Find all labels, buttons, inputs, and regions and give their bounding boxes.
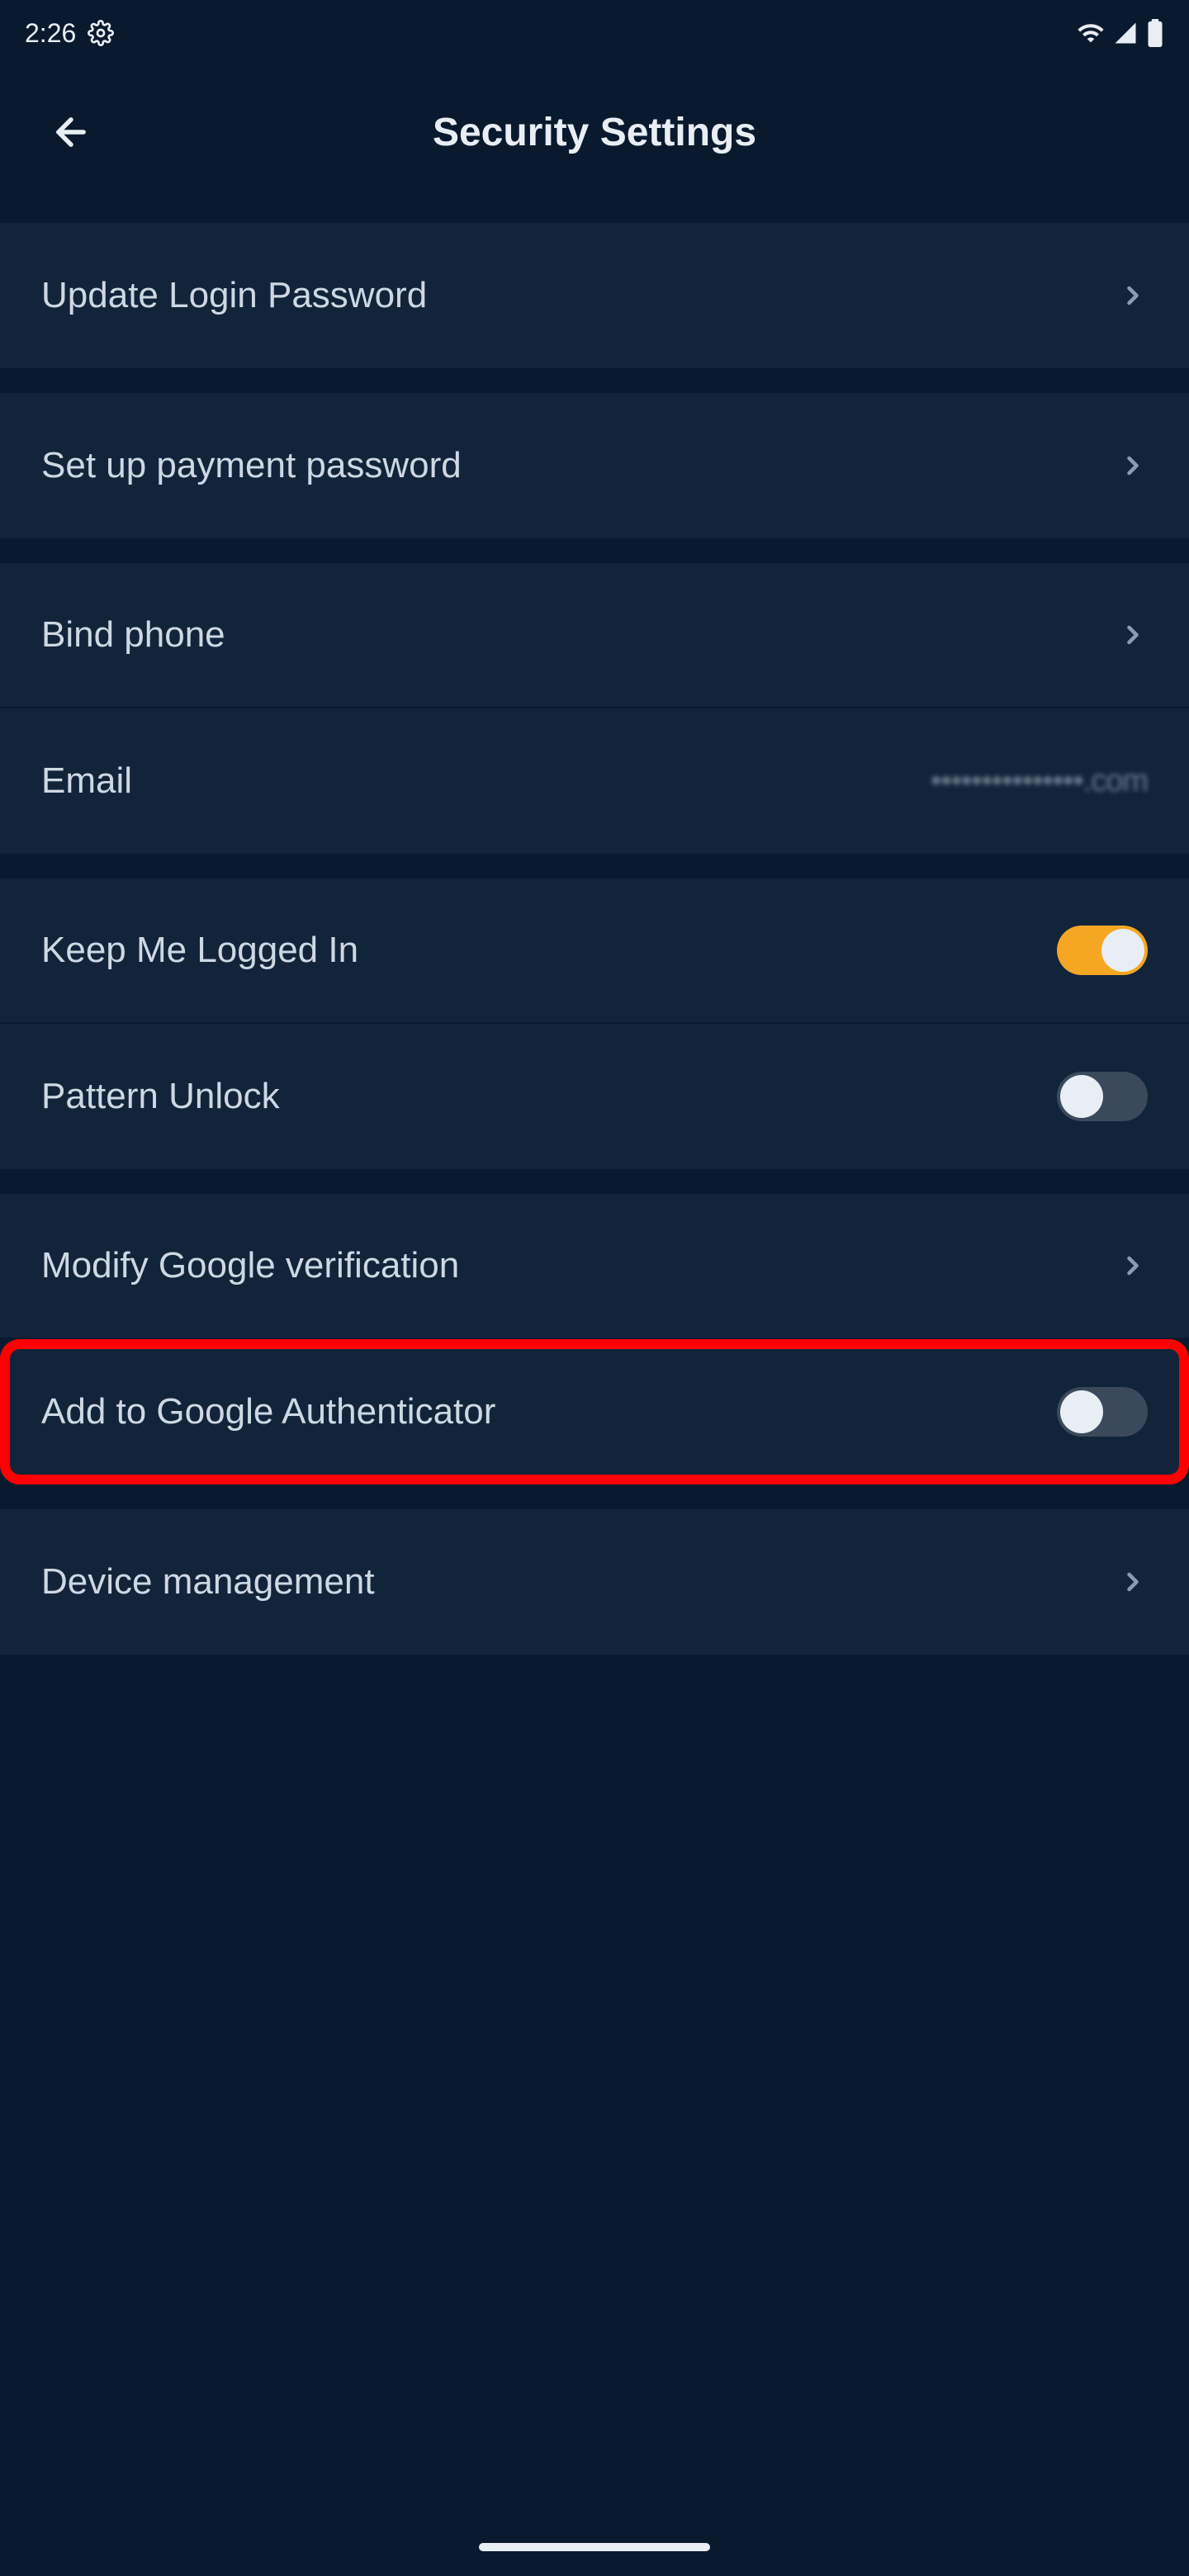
row-modify-google-verification[interactable]: Modify Google verification xyxy=(0,1194,1189,1339)
settings-group: Update Login Password xyxy=(0,223,1189,368)
wifi-icon xyxy=(1077,19,1105,47)
row-bind-phone[interactable]: Bind phone xyxy=(0,563,1189,708)
chevron-right-icon xyxy=(1118,1567,1148,1597)
battery-icon xyxy=(1146,19,1164,47)
settings-group: Bind phone Email •••••••••••••••.com xyxy=(0,563,1189,854)
header: Security Settings xyxy=(0,66,1189,198)
chevron-right-icon xyxy=(1118,1251,1148,1281)
home-indicator[interactable] xyxy=(479,2543,710,2551)
row-label: Keep Me Logged In xyxy=(41,930,358,971)
settings-group: Set up payment password xyxy=(0,393,1189,538)
row-label: Add to Google Authenticator xyxy=(41,1391,495,1432)
settings-content: Update Login Password Set up payment pas… xyxy=(0,198,1189,1655)
toggle-knob xyxy=(1101,929,1144,972)
toggle-pattern-unlock[interactable] xyxy=(1057,1072,1148,1121)
row-add-google-authenticator: Add to Google Authenticator xyxy=(0,1339,1189,1485)
settings-group: Device management xyxy=(0,1509,1189,1655)
settings-group: Keep Me Logged In Pattern Unlock xyxy=(0,878,1189,1169)
status-time: 2:26 xyxy=(25,18,76,49)
row-label: Pattern Unlock xyxy=(41,1076,280,1117)
toggle-keep-logged-in[interactable] xyxy=(1057,926,1148,975)
status-right xyxy=(1077,19,1164,47)
row-setup-payment-password[interactable]: Set up payment password xyxy=(0,393,1189,538)
status-bar: 2:26 xyxy=(0,0,1189,66)
row-label: Set up payment password xyxy=(41,445,462,486)
row-label: Email xyxy=(41,760,132,802)
chevron-right-icon xyxy=(1118,620,1148,650)
row-keep-logged-in: Keep Me Logged In xyxy=(0,878,1189,1024)
row-label: Modify Google verification xyxy=(41,1245,459,1286)
chevron-right-icon xyxy=(1118,281,1148,310)
row-label: Device management xyxy=(41,1561,375,1603)
email-value: •••••••••••••••.com xyxy=(931,764,1148,799)
status-left: 2:26 xyxy=(25,18,114,49)
row-device-management[interactable]: Device management xyxy=(0,1509,1189,1655)
toggle-knob xyxy=(1060,1390,1103,1433)
toggle-google-authenticator[interactable] xyxy=(1057,1387,1148,1437)
gear-icon xyxy=(88,20,114,46)
page-title: Security Settings xyxy=(33,110,1156,155)
toggle-knob xyxy=(1060,1075,1103,1118)
row-email[interactable]: Email •••••••••••••••.com xyxy=(0,708,1189,854)
row-pattern-unlock: Pattern Unlock xyxy=(0,1024,1189,1169)
row-update-login-password[interactable]: Update Login Password xyxy=(0,223,1189,368)
row-label: Bind phone xyxy=(41,614,225,656)
row-label: Update Login Password xyxy=(41,275,427,316)
back-button[interactable] xyxy=(50,111,92,154)
back-arrow-icon xyxy=(50,111,92,154)
signal-icon xyxy=(1113,21,1138,45)
chevron-right-icon xyxy=(1118,451,1148,481)
settings-group: Modify Google verification Add to Google… xyxy=(0,1194,1189,1485)
